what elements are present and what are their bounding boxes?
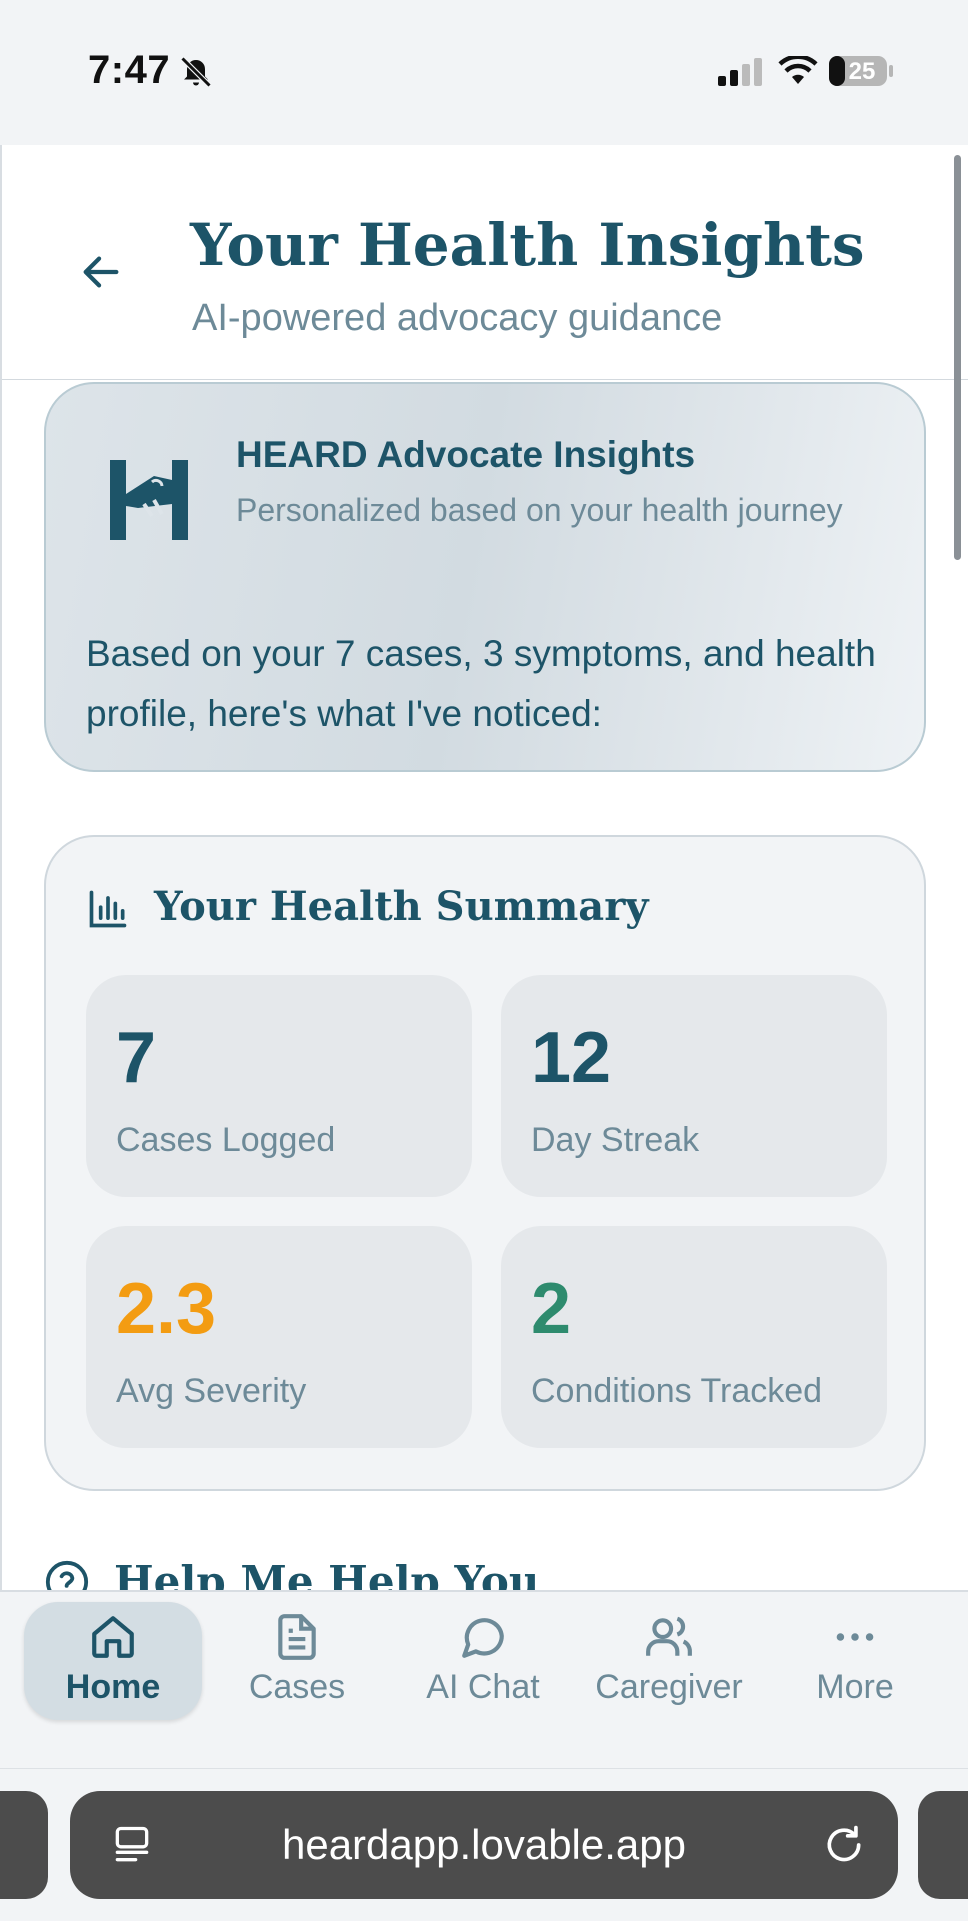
browser-bar: heardapp.lovable.app xyxy=(0,1768,968,1921)
signal-icon xyxy=(718,58,762,86)
stat-value: 2 xyxy=(531,1269,572,1349)
status-time: 7:47 xyxy=(88,48,171,92)
stat-cases-logged: 7 Cases Logged xyxy=(86,975,472,1197)
document-icon xyxy=(278,1614,316,1660)
bar-chart-icon xyxy=(89,890,127,928)
stat-label: Day Streak xyxy=(531,1121,700,1159)
bottom-nav: Home Cases AI Chat Caregiver More xyxy=(0,1590,968,1768)
card-body: Based on your 7 cases, 3 symptoms, and h… xyxy=(86,633,876,734)
stat-value: 12 xyxy=(531,1018,612,1098)
page-title: Your Health Insights xyxy=(190,211,865,279)
back-arrow-icon[interactable] xyxy=(78,249,124,295)
nav-more[interactable]: More xyxy=(766,1602,944,1720)
health-summary-card: Your Health Summary 7 Cases Logged 12 Da… xyxy=(44,835,926,1491)
page-subtitle: AI-powered advocacy guidance xyxy=(192,297,723,339)
question-circle-icon xyxy=(45,1560,89,1590)
reload-icon[interactable] xyxy=(822,1823,866,1867)
wifi-icon xyxy=(778,56,818,84)
stat-label: Avg Severity xyxy=(116,1372,307,1410)
nav-label: Cases xyxy=(248,1668,346,1706)
address-bar[interactable]: heardapp.lovable.app xyxy=(70,1791,898,1899)
url-text[interactable]: heardapp.lovable.app xyxy=(70,1821,898,1869)
home-icon xyxy=(92,1616,134,1658)
main-content[interactable]: Your Health Insights AI-powered advocacy… xyxy=(0,145,968,1590)
stat-label: Cases Logged xyxy=(116,1121,336,1159)
battery-level: 25 xyxy=(848,58,876,85)
summary-title: Your Health Summary xyxy=(154,883,649,930)
stat-conditions-tracked: 2 Conditions Tracked xyxy=(501,1226,887,1448)
status-bar: 7:47 25 xyxy=(0,0,968,145)
nav-label: Caregiver xyxy=(595,1668,743,1706)
stat-avg-severity: 2.3 Avg Severity xyxy=(86,1226,472,1448)
nav-ai-chat[interactable]: AI Chat xyxy=(394,1602,572,1720)
help-title: Help Me Help You xyxy=(114,1557,540,1590)
advocate-insights-card: HEARD Advocate Insights Personalized bas… xyxy=(44,382,926,772)
ellipsis-icon xyxy=(836,1633,874,1641)
stat-label: Conditions Tracked xyxy=(531,1372,823,1410)
stat-value: 7 xyxy=(116,1018,157,1098)
users-icon xyxy=(646,1616,692,1656)
stat-day-streak: 12 Day Streak xyxy=(501,975,887,1197)
nav-home[interactable]: Home xyxy=(24,1602,202,1720)
nav-cases[interactable]: Cases xyxy=(208,1602,386,1720)
bell-muted-icon xyxy=(180,56,212,88)
nav-label: AI Chat xyxy=(426,1668,540,1706)
chat-bubble-icon xyxy=(462,1618,504,1658)
heard-logo-icon xyxy=(110,460,188,540)
next-tab[interactable] xyxy=(918,1791,968,1899)
help-me-help-you-section: Help Me Help You xyxy=(44,1553,944,1590)
nav-caregiver[interactable]: Caregiver xyxy=(580,1602,758,1720)
previous-tab[interactable] xyxy=(0,1791,48,1899)
page-header: Your Health Insights AI-powered advocacy… xyxy=(2,145,968,380)
stat-value: 2.3 xyxy=(116,1269,217,1349)
nav-label: Home xyxy=(65,1668,161,1706)
nav-label: More xyxy=(816,1668,894,1706)
card-title: HEARD Advocate Insights xyxy=(236,434,696,475)
card-subtitle: Personalized based on your health journe… xyxy=(236,492,843,528)
scrollbar[interactable] xyxy=(954,155,961,560)
